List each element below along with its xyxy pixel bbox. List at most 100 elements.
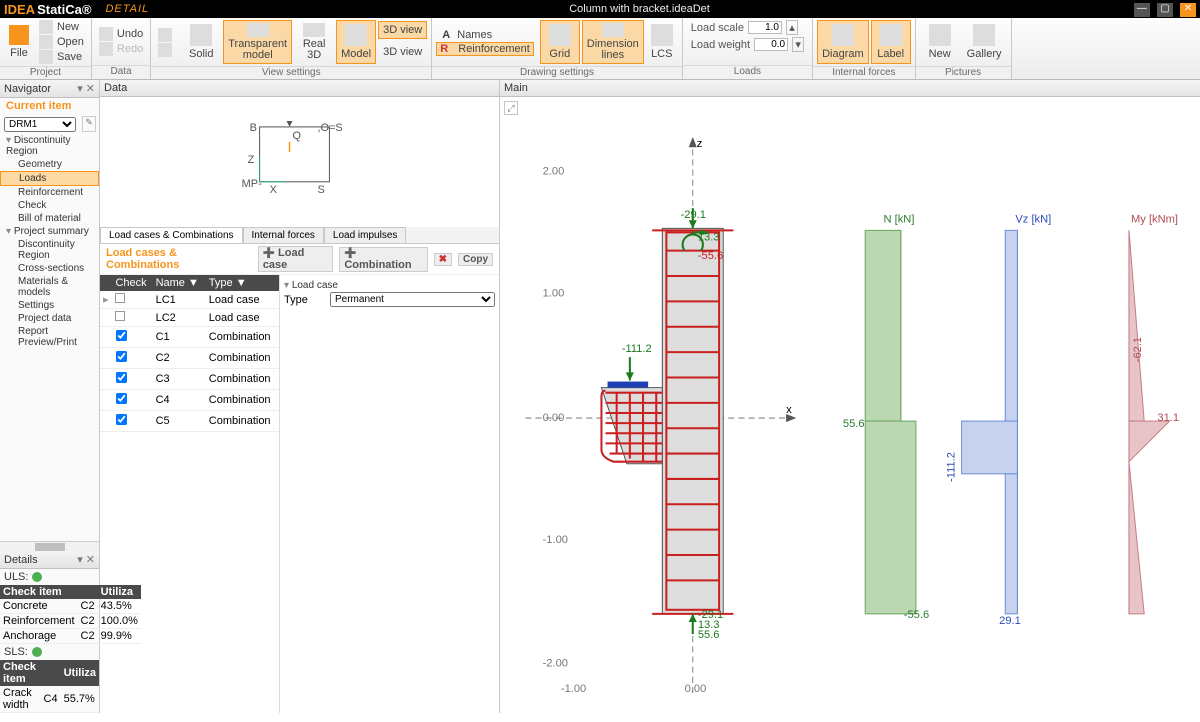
minimize-button[interactable]: —: [1134, 3, 1150, 17]
load-scale-input[interactable]: [748, 21, 782, 34]
sls-row: Crack widthC455.7%: [0, 686, 99, 713]
tree-ps-2[interactable]: Materials & models: [0, 275, 99, 299]
svg-text:-62.1: -62.1: [1132, 337, 1144, 362]
diagram-icon: [832, 24, 854, 46]
add-combination-button[interactable]: ➕ Combination: [339, 247, 427, 272]
tree-ps-0[interactable]: Discontinuity Region: [0, 238, 99, 262]
ribbon-label: Project: [0, 66, 91, 79]
svg-text:-55.6: -55.6: [904, 609, 929, 621]
ribbon-group-pictures: New Gallery Pictures: [916, 18, 1012, 79]
add-loadcase-button[interactable]: ➕ Load case: [258, 246, 334, 272]
details-title: Details▾ ✕: [0, 551, 99, 569]
solid-button[interactable]: Solid: [181, 20, 221, 64]
names-toggle[interactable]: ANames: [436, 29, 534, 41]
loadcase-row[interactable]: C5Combination: [100, 411, 279, 432]
svg-text:My [kNm]: My [kNm]: [1131, 213, 1178, 225]
tree-project-summary[interactable]: Project summary: [0, 225, 99, 238]
axis-a-toggle[interactable]: [155, 28, 175, 42]
svg-text:-1.00: -1.00: [543, 534, 568, 546]
app-logo-suffix: StatiCa®: [37, 2, 91, 17]
nav-scrollbar[interactable]: [0, 541, 99, 551]
model-button[interactable]: Model: [336, 20, 376, 64]
new-button[interactable]: New: [36, 20, 87, 34]
loadcase-row[interactable]: ▸ LC1Load case: [100, 291, 279, 309]
open-button[interactable]: Open: [36, 35, 87, 49]
tab-load-impulses[interactable]: Load impulses: [324, 227, 406, 243]
svg-text:Q: Q: [293, 130, 302, 142]
loadcase-row[interactable]: C1Combination: [100, 327, 279, 348]
svg-text:,O=S: ,O=S: [317, 122, 342, 134]
gallery-button[interactable]: Gallery: [962, 20, 1007, 64]
prop-type-select[interactable]: Permanent: [330, 292, 495, 307]
close-button[interactable]: ✕: [1180, 3, 1196, 17]
prop-group[interactable]: Load case: [284, 279, 495, 292]
maximize-button[interactable]: ▢: [1157, 3, 1173, 17]
tree-loads[interactable]: Loads: [0, 171, 99, 186]
axis-b-toggle[interactable]: [155, 43, 175, 57]
panel-dropdown-icon[interactable]: ▾ ✕: [77, 82, 95, 95]
tree-ps-4[interactable]: Project data: [0, 312, 99, 325]
tree-geometry[interactable]: Geometry: [0, 158, 99, 171]
transparent-icon: [247, 23, 269, 37]
label-icon: [880, 24, 902, 46]
loadcase-row[interactable]: C3Combination: [100, 369, 279, 390]
3dview-button[interactable]: 3D view: [378, 41, 427, 63]
grid-button[interactable]: Grid: [540, 20, 580, 64]
current-item-select[interactable]: DRM1: [4, 117, 76, 132]
loadcase-row[interactable]: C4Combination: [100, 390, 279, 411]
main-canvas[interactable]: ⤢ z x 2.00 1.00 0.00 -1.00 -2.00 -1.00 0…: [500, 97, 1200, 719]
file-menu-button[interactable]: File: [4, 20, 34, 64]
stepper-icon[interactable]: ▾: [792, 37, 804, 52]
ribbon-label: Data: [92, 65, 150, 79]
load-weight-input[interactable]: [754, 38, 788, 51]
tab-loadcases[interactable]: Load cases & Combinations: [100, 227, 243, 243]
ribbon-label: Drawing settings: [432, 66, 682, 79]
model-preview[interactable]: B Q Z MP- X S ,O=S: [100, 97, 499, 227]
tab-internal-forces[interactable]: Internal forces: [243, 227, 324, 243]
main-title: Main: [500, 80, 1200, 97]
diagram-button[interactable]: Diagram: [817, 20, 869, 64]
tree-ps-1[interactable]: Cross-sections: [0, 262, 99, 275]
tree-ps-3[interactable]: Settings: [0, 299, 99, 312]
copy-button[interactable]: Copy: [458, 253, 493, 266]
loadcase-row[interactable]: LC2Load case: [100, 309, 279, 327]
dimension-button[interactable]: Dimension lines: [582, 20, 644, 64]
uls-status: ULS:: [0, 569, 99, 585]
transparent-button[interactable]: Transparent model: [223, 20, 292, 64]
3dview-toggle[interactable]: 3D view: [378, 21, 427, 39]
reinforcement-toggle[interactable]: RReinforcement: [436, 42, 534, 56]
tree-reinforcement[interactable]: Reinforcement: [0, 186, 99, 199]
svg-text:29.1: 29.1: [999, 615, 1021, 627]
stepper-icon[interactable]: ▴: [786, 20, 798, 35]
ribbon-group-data: Undo Redo Data: [92, 18, 151, 79]
new-icon: [39, 20, 53, 34]
tree-bom[interactable]: Bill of material: [0, 212, 99, 225]
open-icon: [39, 35, 53, 49]
tree-ps-5[interactable]: Report Preview/Print: [0, 325, 99, 349]
save-button[interactable]: Save: [36, 50, 87, 64]
status-ok-icon: [32, 572, 42, 582]
new-picture-icon: [929, 24, 951, 46]
lcs-icon: [651, 24, 673, 46]
tree-discontinuity[interactable]: Discontinuity Region: [0, 134, 99, 158]
main-panel: Main ⤢ z x 2.00 1.00 0.00 -1.00 -2.00 -1…: [500, 80, 1200, 713]
edit-item-button[interactable]: ✎: [82, 116, 96, 132]
new-picture-button[interactable]: New: [920, 20, 960, 64]
solid-icon: [190, 24, 212, 46]
label-button[interactable]: Label: [871, 20, 911, 64]
grid-icon: [549, 24, 571, 46]
navigator-title: Navigator▾ ✕: [0, 80, 99, 98]
ribbon-label: Pictures: [916, 66, 1011, 79]
svg-text:z: z: [697, 138, 703, 150]
panel-dropdown-icon[interactable]: ▾ ✕: [77, 553, 95, 566]
redo-button[interactable]: Redo: [96, 42, 146, 56]
undo-button[interactable]: Undo: [96, 27, 146, 41]
tree-check[interactable]: Check: [0, 199, 99, 212]
svg-text:B: B: [250, 122, 257, 134]
expand-icon[interactable]: ⤢: [504, 101, 518, 115]
real3d-button[interactable]: Real 3D: [294, 20, 334, 64]
delete-button[interactable]: ✖: [434, 253, 452, 266]
loadcase-row[interactable]: C2Combination: [100, 348, 279, 369]
svg-text:55.6: 55.6: [698, 629, 720, 641]
lcs-button[interactable]: LCS: [646, 20, 678, 64]
